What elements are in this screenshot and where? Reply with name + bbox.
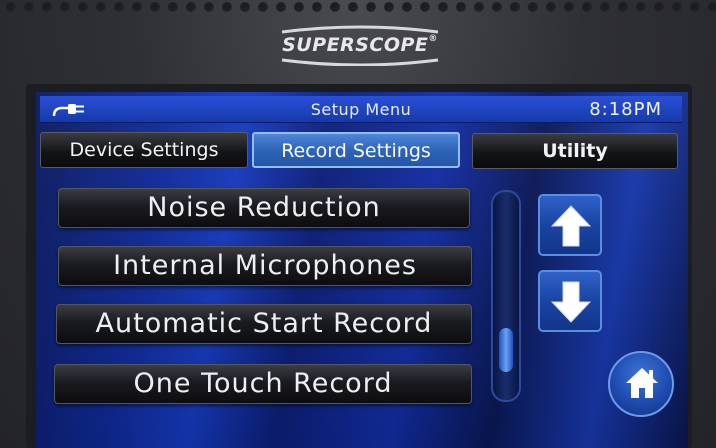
speaker-hole (150, 2, 160, 12)
speaker-hole (546, 2, 556, 12)
speaker-hole (258, 2, 268, 12)
speaker-hole (168, 2, 178, 12)
clock-display: 8:18PM (589, 99, 662, 120)
brand-name: SUPERSCOPE® (282, 34, 438, 56)
scrollbar-track[interactable] (491, 190, 521, 402)
speaker-hole (438, 2, 448, 12)
arrow-up-icon (550, 205, 592, 247)
home-icon (626, 368, 658, 398)
scroll-down-button[interactable] (538, 270, 602, 332)
screen-title: Setup Menu (310, 100, 412, 119)
status-bar: Setup Menu 8:18PM (40, 96, 682, 123)
speaker-hole (222, 2, 232, 12)
speaker-hole (600, 2, 610, 12)
speaker-hole (348, 2, 358, 12)
speaker-hole (564, 2, 574, 12)
noise-reduction-button[interactable]: Noise Reduction (58, 188, 470, 228)
speaker-hole (582, 2, 592, 12)
speaker-hole (654, 2, 664, 12)
home-button[interactable] (608, 351, 674, 417)
speaker-hole (420, 2, 430, 12)
scrollbar-thumb[interactable] (499, 328, 513, 373)
speaker-hole (132, 2, 142, 12)
speaker-hole (276, 2, 286, 12)
tab-utility[interactable]: Utility (472, 133, 678, 169)
speaker-hole (186, 2, 196, 12)
speaker-hole (114, 2, 124, 12)
speaker-hole (60, 2, 70, 12)
speaker-hole (672, 2, 682, 12)
automatic-start-record-button[interactable]: Automatic Start Record (56, 304, 472, 344)
tab-device-settings[interactable]: Device Settings (40, 132, 248, 168)
speaker-hole (384, 2, 394, 12)
brand-logo: SUPERSCOPE® (276, 24, 444, 66)
speaker-hole (330, 2, 340, 12)
speaker-hole (204, 2, 214, 12)
arrow-down-icon (550, 281, 592, 323)
speaker-hole (294, 2, 304, 12)
speaker-hole (42, 2, 52, 12)
speaker-grille (0, 0, 716, 20)
speaker-hole (366, 2, 376, 12)
speaker-hole (492, 2, 502, 12)
speaker-hole (24, 2, 34, 12)
recorder-device: SUPERSCOPE® Setup Menu 8:18PM Device Set… (0, 0, 716, 448)
speaker-hole (510, 2, 520, 12)
speaker-hole (240, 2, 250, 12)
scroll-up-button[interactable] (538, 194, 602, 256)
one-touch-record-button[interactable]: One Touch Record (54, 364, 472, 404)
internal-microphones-button[interactable]: Internal Microphones (58, 246, 472, 286)
speaker-hole (708, 2, 716, 12)
speaker-hole (690, 2, 700, 12)
speaker-hole (6, 2, 16, 12)
speaker-hole (474, 2, 484, 12)
speaker-hole (78, 2, 88, 12)
speaker-hole (528, 2, 538, 12)
tab-record-settings[interactable]: Record Settings (252, 132, 460, 168)
speaker-hole (402, 2, 412, 12)
touch-screen: Setup Menu 8:18PM Device Settings Record… (36, 92, 688, 448)
speaker-hole (96, 2, 106, 12)
speaker-hole (636, 2, 646, 12)
speaker-hole (456, 2, 466, 12)
speaker-hole (312, 2, 322, 12)
speaker-hole (618, 2, 628, 12)
